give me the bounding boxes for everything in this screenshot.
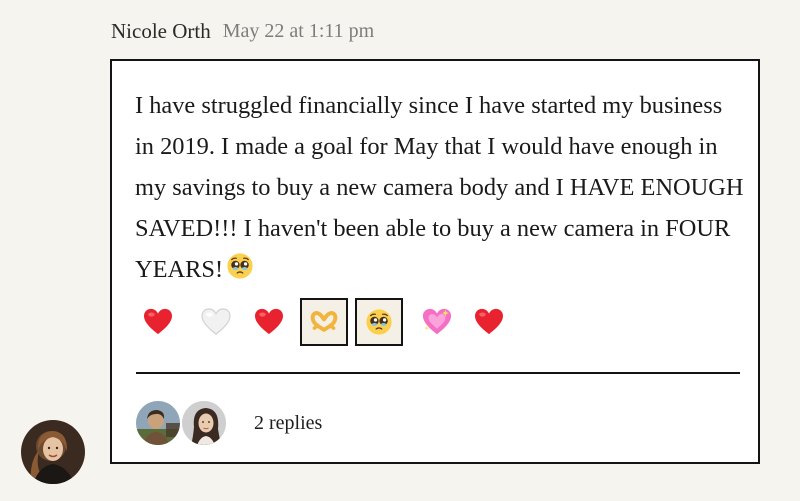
reply-avatar-2 (180, 399, 228, 447)
heart-hands-icon (310, 310, 338, 334)
reaction-red-heart[interactable] (134, 298, 182, 346)
replies-link[interactable]: 2 replies (134, 398, 322, 448)
reaction-heart-hands[interactable] (300, 298, 348, 346)
reaction-pleading-face[interactable] (355, 298, 403, 346)
reply-avatars (134, 399, 238, 447)
post-header: Nicole Orth May 22 at 1:11 pm (111, 14, 374, 48)
red-heart-icon (143, 308, 173, 336)
reaction-sparkling-heart[interactable] (413, 298, 461, 346)
sparkling-heart-icon (421, 307, 453, 337)
author-avatar[interactable] (21, 420, 85, 484)
author-name[interactable]: Nicole Orth (111, 19, 211, 44)
reply-count[interactable]: 2 replies (254, 412, 322, 435)
divider (136, 372, 740, 374)
reply-avatar-1 (134, 399, 182, 447)
post-message: I have struggled financially since I hav… (135, 85, 745, 293)
post-timestamp[interactable]: May 22 at 1:11 pm (223, 20, 374, 43)
pleading-face-icon (365, 308, 393, 336)
white-heart-icon (201, 308, 231, 336)
pleading-face-icon (226, 252, 254, 293)
red-heart-icon (254, 308, 284, 336)
reaction-red-heart[interactable] (465, 298, 513, 346)
red-heart-icon (474, 308, 504, 336)
reaction-red-heart[interactable] (245, 298, 293, 346)
post-card: I have struggled financially since I hav… (110, 59, 760, 464)
reaction-white-heart[interactable] (192, 298, 240, 346)
